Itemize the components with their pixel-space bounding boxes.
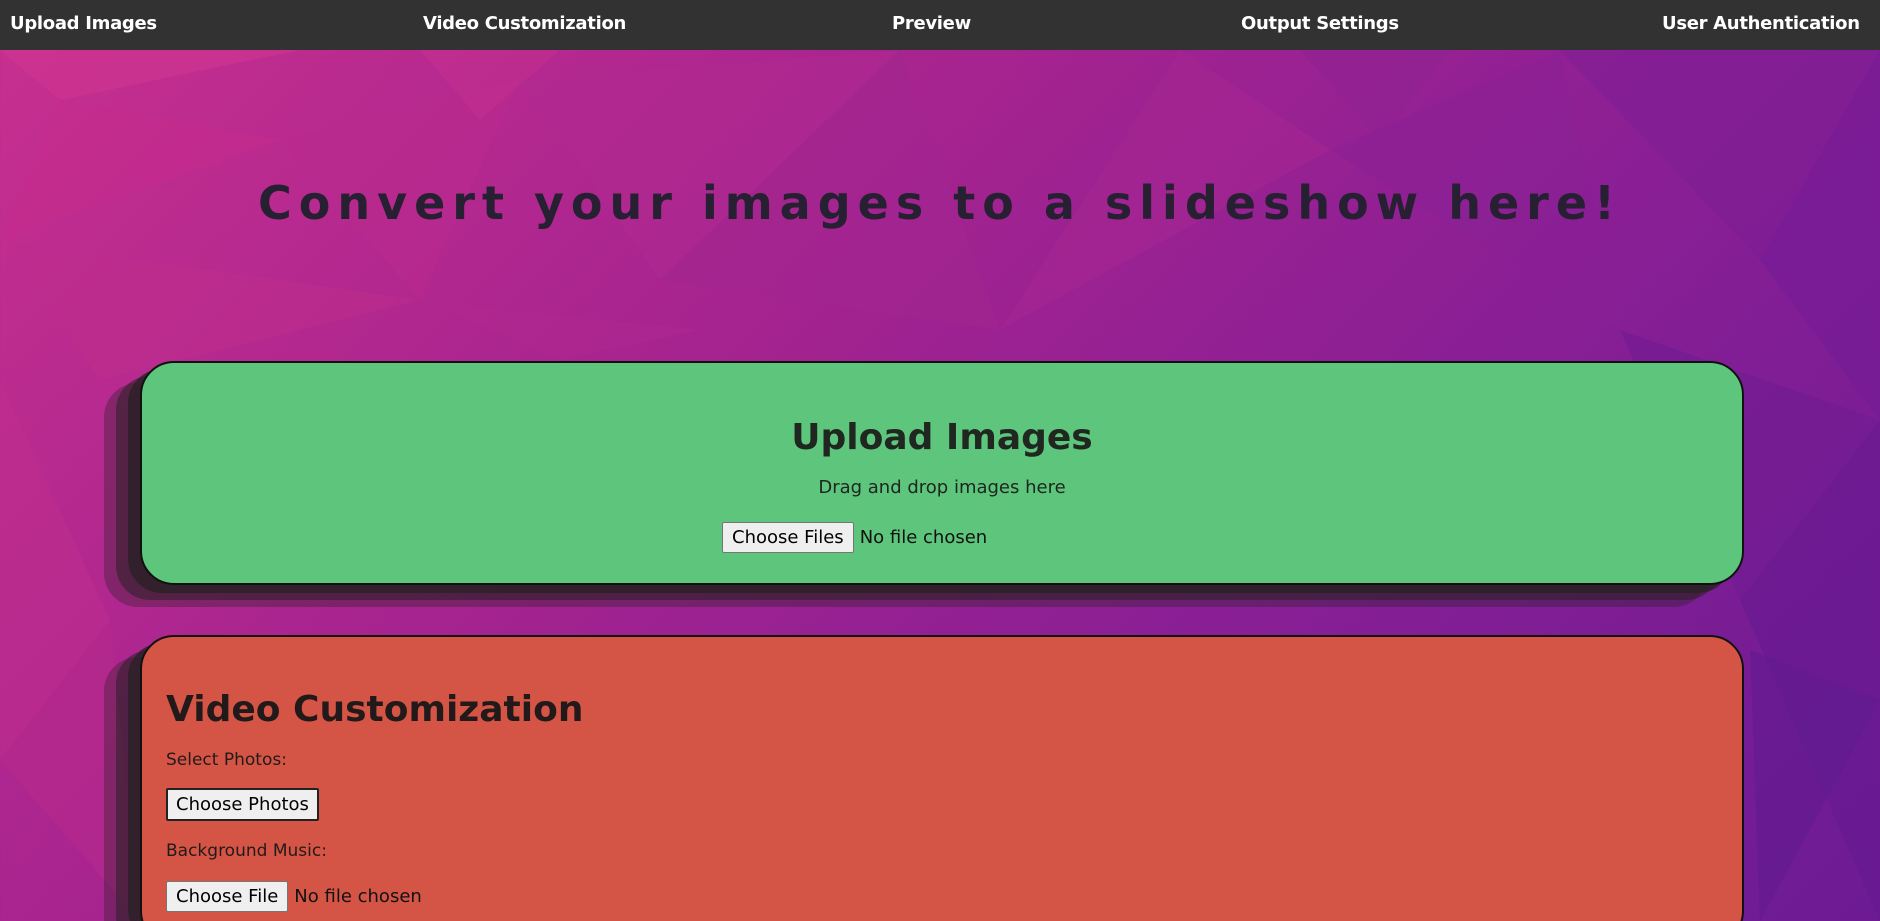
nav-output-settings-link[interactable]: Output Settings bbox=[1241, 0, 1399, 50]
nav-user-authentication-link[interactable]: User Authentication bbox=[1662, 0, 1860, 50]
upload-section-title: Upload Images bbox=[791, 417, 1093, 458]
page-title: Convert your images to a slideshow here! bbox=[257, 176, 1623, 230]
drag-drop-hint: Drag and drop images here bbox=[818, 477, 1066, 498]
background-music-label: Background Music: bbox=[166, 841, 327, 861]
nav-upload-images-link[interactable]: Upload Images bbox=[10, 0, 157, 50]
video-customization-card: Video Customization Select Photos: Choos… bbox=[140, 635, 1744, 921]
choose-files-button[interactable]: Choose Files bbox=[722, 522, 854, 553]
nav-video-customization-link[interactable]: Video Customization bbox=[423, 0, 626, 50]
choose-file-button[interactable]: Choose File bbox=[166, 881, 289, 912]
top-navbar: Upload Images Video Customization Previe… bbox=[0, 0, 1880, 50]
background-music-file-input[interactable]: Choose File No file chosen bbox=[166, 881, 422, 912]
nav-preview-link[interactable]: Preview bbox=[892, 0, 971, 50]
music-file-status-text: No file chosen bbox=[294, 886, 422, 907]
video-section-title: Video Customization bbox=[166, 689, 584, 730]
select-photos-label: Select Photos: bbox=[166, 750, 287, 770]
file-status-text: No file chosen bbox=[859, 527, 988, 548]
choose-photos-button[interactable]: Choose Photos bbox=[166, 788, 319, 821]
upload-images-card: Upload Images Drag and drop images here … bbox=[140, 361, 1744, 585]
upload-file-input[interactable]: Choose Files No file chosen bbox=[722, 522, 987, 553]
